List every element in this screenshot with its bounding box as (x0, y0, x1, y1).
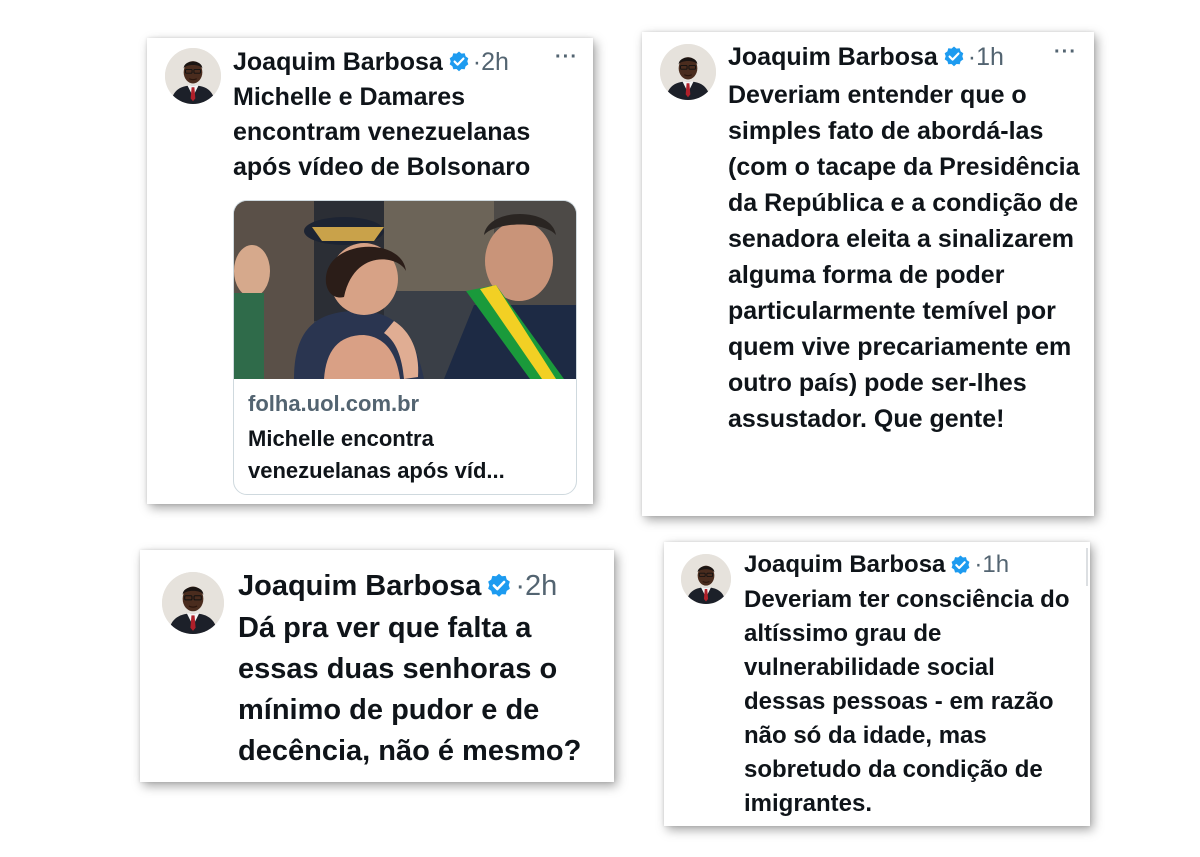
avatar[interactable] (681, 554, 731, 604)
scrollbar[interactable] (1086, 548, 1088, 586)
separator-dot: · (515, 569, 526, 602)
verified-badge-icon (447, 50, 471, 74)
tweet-text: Michelle e Damares encontram venezuelana… (233, 83, 531, 181)
separator-dot: · (967, 42, 977, 71)
tweet-card-3[interactable]: Joaquim Barbosa · 2h Dá pra ver que falt… (140, 550, 614, 782)
tweet-card-1[interactable]: Joaquim Barbosa · 2h ··· Michelle e Dama… (147, 38, 593, 504)
verified-badge-icon (942, 45, 966, 69)
tweet-text: Dá pra ver que falta a essas duas senhor… (238, 612, 582, 767)
separator-dot: · (974, 551, 983, 578)
tweet-header: Joaquim Barbosa · 2h (238, 566, 557, 606)
timestamp[interactable]: 2h (525, 570, 557, 603)
tweet-card-4[interactable]: Joaquim Barbosa · 1h Deveriam ter consci… (664, 542, 1090, 826)
author-name[interactable]: Joaquim Barbosa (744, 551, 945, 579)
tweet-text: Deveriam ter consciência do altíssimo gr… (744, 586, 1070, 817)
avatar[interactable] (165, 48, 221, 104)
tweet-header: Joaquim Barbosa · 2h (233, 42, 509, 82)
verified-badge-icon (485, 572, 513, 600)
timestamp[interactable]: 1h (976, 43, 1004, 72)
avatar-image (162, 572, 224, 634)
news-photo (234, 201, 576, 379)
author-name[interactable]: Joaquim Barbosa (238, 570, 481, 603)
tweet-header: Joaquim Barbosa · 1h (744, 545, 1009, 585)
tweet-header: Joaquim Barbosa · 1h (728, 37, 1004, 77)
avatar-image (165, 48, 221, 104)
verified-badge-icon (949, 554, 972, 577)
avatar[interactable] (162, 572, 224, 634)
tweet-text: Deveriam entender que o simples fato de … (728, 81, 1080, 433)
more-options-icon[interactable]: ··· (1054, 41, 1077, 64)
tweet-card-2[interactable]: Joaquim Barbosa · 1h ··· Deveriam entend… (642, 32, 1094, 516)
link-domain[interactable]: folha.uol.com.br (248, 391, 419, 417)
link-preview-image[interactable] (234, 201, 576, 379)
timestamp[interactable]: 1h (982, 551, 1009, 579)
timestamp[interactable]: 2h (481, 48, 509, 77)
more-options-icon[interactable]: ··· (555, 46, 578, 69)
separator-dot: · (472, 47, 482, 76)
link-preview-card[interactable]: folha.uol.com.br Michelle encontra venez… (233, 200, 577, 495)
author-name[interactable]: Joaquim Barbosa (728, 43, 938, 72)
avatar-image (681, 554, 731, 604)
link-title[interactable]: Michelle encontra venezuelanas após víd.… (248, 423, 564, 487)
author-name[interactable]: Joaquim Barbosa (233, 48, 443, 77)
avatar-image (660, 44, 716, 100)
avatar[interactable] (660, 44, 716, 100)
